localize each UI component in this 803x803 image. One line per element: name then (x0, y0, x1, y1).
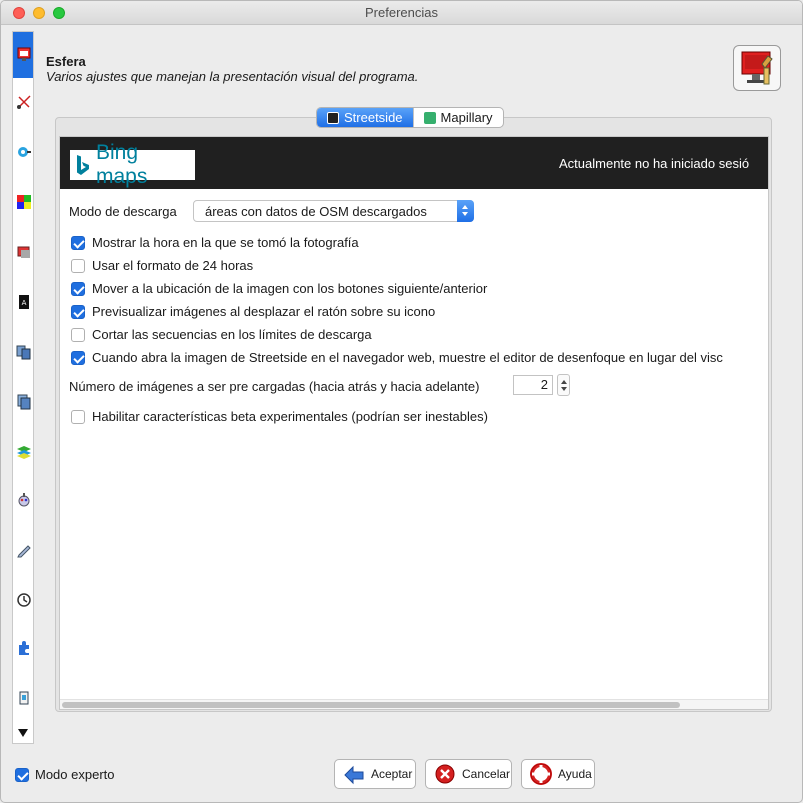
select-caret-icon (457, 200, 474, 222)
help-label: Ayuda (558, 767, 592, 781)
audio-settings-icon[interactable] (16, 592, 32, 608)
imagery-settings-icon[interactable] (16, 444, 32, 460)
bing-banner: Bing maps Actualmente no ha iniciado ses… (60, 137, 768, 189)
option-label: Mover a la ubicación de la imagen con lo… (92, 281, 488, 296)
option-label: Cortar las secuencias en los límites de … (92, 327, 372, 342)
option-label: Cuando abra la imagen de Streetside en e… (92, 350, 723, 365)
validator-settings-icon[interactable] (16, 542, 32, 558)
checkbox[interactable] (71, 327, 85, 342)
bing-maps-logo: Bing maps (70, 141, 195, 188)
accept-button[interactable]: Aceptar (334, 759, 416, 789)
presets-settings-icon[interactable] (16, 344, 32, 360)
color-settings-icon[interactable] (16, 194, 32, 210)
checkbox[interactable] (71, 281, 85, 296)
option-hover-preview[interactable]: Previsualizar imágenes al desplazar el r… (71, 304, 435, 319)
option-blur-editor[interactable]: Cuando abra la imagen de Streetside en e… (71, 350, 723, 365)
option-move-to-image[interactable]: Mover a la ubicación de la imagen con lo… (71, 281, 487, 296)
svg-text:A: A (22, 299, 27, 307)
sidebar-scroll-down-icon[interactable] (18, 729, 28, 737)
preferences-sidebar: A (12, 31, 34, 744)
option-label: Usar el formato de 24 horas (92, 258, 254, 273)
download-mode-value: áreas con datos de OSM descargados (205, 203, 427, 219)
remote-control-settings-icon[interactable] (16, 492, 32, 508)
sidebar-item-selected-highlight[interactable] (13, 32, 33, 78)
bing-logo-icon (76, 155, 89, 175)
section-description: Varios ajustes que manejan la presentaci… (46, 69, 419, 84)
preload-label: Número de imágenes a ser pre cargadas (h… (69, 379, 480, 394)
help-button[interactable]: Ayuda (521, 759, 595, 789)
checkbox[interactable] (71, 409, 85, 424)
section-title: Esfera (46, 54, 86, 69)
preload-count-input[interactable]: 2 (513, 375, 553, 395)
settings-tabs: Streetside Mapillary (316, 107, 504, 128)
plugins-settings-icon[interactable] (16, 640, 32, 656)
expert-mode-toggle[interactable]: Modo experto (15, 767, 115, 782)
tab-mapillary-label: Mapillary (440, 110, 493, 125)
horizontal-scrollbar[interactable] (60, 699, 768, 709)
option-label: Previsualizar imágenes al desplazar el r… (92, 304, 436, 319)
shortcut-settings-icon[interactable]: A (16, 294, 32, 310)
display-settings-large-icon (733, 45, 781, 91)
cancel-x-icon (435, 764, 455, 784)
window-title: Preferencias (365, 5, 438, 20)
streetside-icon (327, 111, 339, 124)
bing-logo-text: Bing maps (95, 141, 148, 188)
mapillary-icon (423, 111, 436, 124)
download-mode-label: Modo de descarga (69, 204, 177, 219)
option-cut-sequences[interactable]: Cortar las secuencias en los límites de … (71, 327, 372, 342)
draw-settings-icon[interactable] (16, 94, 32, 110)
expert-mode-label: Modo experto (35, 767, 115, 782)
option-label: Mostrar la hora en la que se tomó la fot… (92, 235, 359, 250)
advanced-settings-icon[interactable] (16, 690, 32, 706)
checkbox[interactable] (71, 350, 85, 365)
display-settings-icon (17, 47, 31, 61)
connection-settings-icon[interactable] (16, 144, 32, 160)
preload-stepper[interactable] (557, 374, 570, 396)
checkbox[interactable] (71, 304, 85, 319)
checkbox[interactable] (71, 235, 85, 250)
lifebuoy-help-icon (530, 763, 552, 785)
title-bar: Preferencias (1, 1, 802, 25)
cancel-button[interactable]: Cancelar (425, 759, 512, 789)
scrollbar-thumb[interactable] (62, 702, 680, 708)
option-label: Habilitar características beta experimen… (92, 409, 488, 424)
login-status: Actualmente no ha iniciado sesió (559, 156, 750, 171)
map-settings-icon[interactable] (16, 244, 32, 260)
monitor-brush-icon (741, 51, 773, 85)
tab-mapillary[interactable]: Mapillary (412, 108, 503, 127)
download-mode-select[interactable]: áreas con datos de OSM descargados (193, 200, 474, 222)
preferences-window: Preferencias A Esfera Varios ajustes que… (0, 0, 803, 803)
accept-label: Aceptar (371, 767, 413, 781)
tab-streetside[interactable]: Streetside (317, 108, 413, 127)
checkbox[interactable] (71, 258, 85, 273)
option-beta-features[interactable]: Habilitar características beta experimen… (71, 409, 488, 424)
tagging-settings-icon[interactable] (16, 394, 32, 410)
option-show-time[interactable]: Mostrar la hora en la que se tomó la fot… (71, 235, 359, 250)
accept-arrow-icon (344, 765, 364, 785)
expert-mode-checkbox[interactable] (15, 767, 29, 782)
cancel-label: Cancelar (462, 767, 511, 781)
tab-streetside-label: Streetside (344, 110, 403, 125)
option-24h-format[interactable]: Usar el formato de 24 horas (71, 258, 253, 273)
streetside-settings-panel: Bing maps Actualmente no ha iniciado ses… (59, 136, 769, 710)
